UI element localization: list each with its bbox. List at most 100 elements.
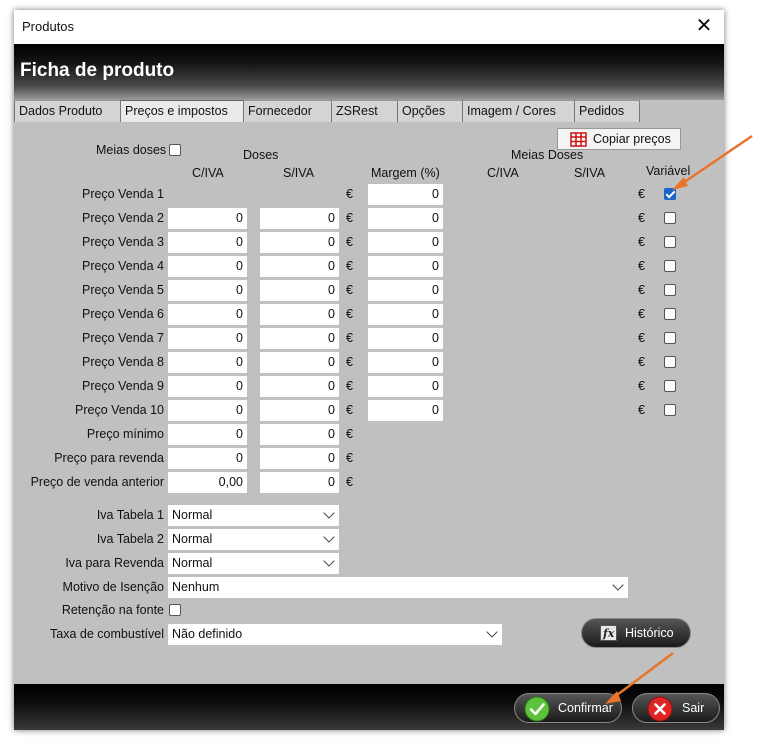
price-siva-field[interactable]: 0 bbox=[260, 352, 339, 373]
extra-row-label: Preço mínimo bbox=[86, 427, 164, 441]
price-civa-field[interactable]: 0 bbox=[168, 400, 247, 421]
price-row-label: Preço Venda 1 bbox=[81, 187, 164, 201]
iva-tabela-1-select[interactable]: Normal bbox=[168, 505, 339, 526]
currency-symbol: € bbox=[638, 403, 645, 417]
margin-field[interactable]: 0 bbox=[368, 400, 443, 421]
tab-zsrest[interactable]: ZSRest bbox=[331, 100, 397, 122]
chevron-down-icon bbox=[486, 626, 498, 638]
variavel-checkbox[interactable] bbox=[664, 404, 676, 416]
extra-civa-field[interactable]: 0,00 bbox=[168, 472, 247, 493]
price-siva-field[interactable]: 0 bbox=[260, 328, 339, 349]
retencao-fonte-label: Retenção na fonte bbox=[61, 603, 164, 617]
margin-field[interactable]: 0 bbox=[368, 376, 443, 397]
iva-tabela-2-label: Iva Tabela 2 bbox=[96, 532, 164, 546]
tab-opcoes[interactable]: Opções bbox=[397, 100, 462, 122]
currency-symbol: € bbox=[638, 187, 645, 201]
margin-field[interactable]: 0 bbox=[368, 184, 443, 205]
margin-field[interactable]: 0 bbox=[368, 328, 443, 349]
currency-symbol: € bbox=[346, 331, 353, 345]
tab-fornecedor[interactable]: Fornecedor bbox=[243, 100, 331, 122]
margin-field[interactable]: 0 bbox=[368, 352, 443, 373]
civa-header: C/IVA bbox=[192, 166, 224, 180]
tab-dados-produto[interactable]: Dados Produto bbox=[14, 100, 120, 122]
extra-row-label: Preço de venda anterior bbox=[30, 475, 164, 489]
retencao-fonte-checkbox[interactable] bbox=[169, 604, 181, 616]
product-dialog: Produtos ✕ Ficha de produto Dados Produt… bbox=[14, 10, 724, 730]
taxa-combustivel-select[interactable]: Não definido bbox=[168, 624, 502, 645]
meias-doses-header: Meias Doses bbox=[511, 148, 584, 162]
variavel-checkbox[interactable] bbox=[664, 212, 676, 224]
variavel-checkbox[interactable] bbox=[664, 260, 676, 272]
chevron-down-icon bbox=[612, 579, 624, 591]
price-civa-field[interactable]: 0 bbox=[168, 232, 247, 253]
currency-symbol: € bbox=[346, 211, 353, 225]
price-civa-field[interactable]: 0 bbox=[168, 256, 247, 277]
chevron-down-icon bbox=[323, 531, 335, 543]
currency-symbol: € bbox=[346, 475, 353, 489]
margin-field[interactable]: 0 bbox=[368, 256, 443, 277]
variavel-checkbox[interactable] bbox=[664, 332, 676, 344]
currency-symbol: € bbox=[638, 259, 645, 273]
tab-bar: Dados Produto Preços e impostos Forneced… bbox=[14, 100, 724, 122]
price-siva-field[interactable]: 0 bbox=[260, 280, 339, 301]
extra-civa-field[interactable]: 0 bbox=[168, 448, 247, 469]
price-civa-field[interactable]: 0 bbox=[168, 304, 247, 325]
siva-header: S/IVA bbox=[283, 166, 315, 180]
price-row-label: Preço Venda 9 bbox=[81, 379, 164, 393]
iva-revenda-label: Iva para Revenda bbox=[65, 556, 164, 570]
exit-label: Sair bbox=[682, 701, 705, 715]
tab-precos-impostos[interactable]: Preços e impostos bbox=[120, 100, 243, 122]
taxa-combustivel-value: Não definido bbox=[172, 627, 243, 641]
extra-siva-field[interactable]: 0 bbox=[260, 472, 339, 493]
margin-field[interactable]: 0 bbox=[368, 208, 443, 229]
iva-tabela-2-select[interactable]: Normal bbox=[168, 529, 339, 550]
history-label: Histórico bbox=[625, 626, 674, 640]
variavel-checkbox[interactable] bbox=[664, 356, 676, 368]
currency-symbol: € bbox=[346, 187, 353, 201]
variavel-checkbox[interactable] bbox=[664, 236, 676, 248]
price-row-label: Preço Venda 5 bbox=[81, 283, 164, 297]
price-siva-field[interactable]: 0 bbox=[260, 208, 339, 229]
price-siva-field[interactable]: 0 bbox=[260, 304, 339, 325]
taxa-combustivel-label: Taxa de combustível bbox=[50, 627, 164, 641]
variavel-checkbox[interactable] bbox=[664, 308, 676, 320]
margin-field[interactable]: 0 bbox=[368, 232, 443, 253]
currency-symbol: € bbox=[346, 283, 353, 297]
price-civa-field[interactable]: 0 bbox=[168, 208, 247, 229]
siva-half-header: S/IVA bbox=[574, 166, 606, 180]
annotation-arrow-variavel bbox=[672, 134, 753, 190]
meias-doses-checkbox[interactable] bbox=[169, 144, 181, 156]
price-siva-field[interactable]: 0 bbox=[260, 232, 339, 253]
close-icon[interactable]: ✕ bbox=[692, 14, 716, 38]
page-title: Ficha de produto bbox=[20, 60, 175, 81]
margin-field[interactable]: 0 bbox=[368, 280, 443, 301]
iva-revenda-select[interactable]: Normal bbox=[168, 553, 339, 574]
currency-symbol: € bbox=[638, 211, 645, 225]
iva-revenda-value: Normal bbox=[172, 556, 213, 570]
header-banner: Ficha de produto bbox=[14, 44, 724, 100]
price-row-label: Preço Venda 10 bbox=[75, 403, 164, 417]
price-row-label: Preço Venda 3 bbox=[81, 235, 164, 249]
variavel-checkbox[interactable] bbox=[664, 380, 676, 392]
motivo-isencao-select[interactable]: Nenhum bbox=[168, 577, 628, 598]
price-siva-field[interactable]: 0 bbox=[260, 376, 339, 397]
currency-symbol: € bbox=[346, 427, 353, 441]
price-siva-field[interactable]: 0 bbox=[260, 400, 339, 421]
tab-imagem-cores[interactable]: Imagem / Cores bbox=[462, 100, 574, 122]
margem-header: Margem (%) bbox=[371, 166, 440, 180]
variavel-checkbox[interactable] bbox=[664, 284, 676, 296]
annotation-arrow-confirm bbox=[605, 652, 674, 704]
extra-siva-field[interactable]: 0 bbox=[260, 448, 339, 469]
price-civa-field[interactable]: 0 bbox=[168, 280, 247, 301]
history-button[interactable]: fx Histórico bbox=[581, 618, 691, 648]
price-civa-field[interactable]: 0 bbox=[168, 376, 247, 397]
margin-field[interactable]: 0 bbox=[368, 304, 443, 325]
price-civa-field[interactable]: 0 bbox=[168, 328, 247, 349]
extra-civa-field[interactable]: 0 bbox=[168, 424, 247, 445]
function-icon: fx bbox=[600, 625, 617, 641]
tab-pedidos[interactable]: Pedidos bbox=[574, 100, 640, 122]
price-siva-field[interactable]: 0 bbox=[260, 256, 339, 277]
civa-half-header: C/IVA bbox=[487, 166, 519, 180]
price-civa-field[interactable]: 0 bbox=[168, 352, 247, 373]
extra-siva-field[interactable]: 0 bbox=[260, 424, 339, 445]
